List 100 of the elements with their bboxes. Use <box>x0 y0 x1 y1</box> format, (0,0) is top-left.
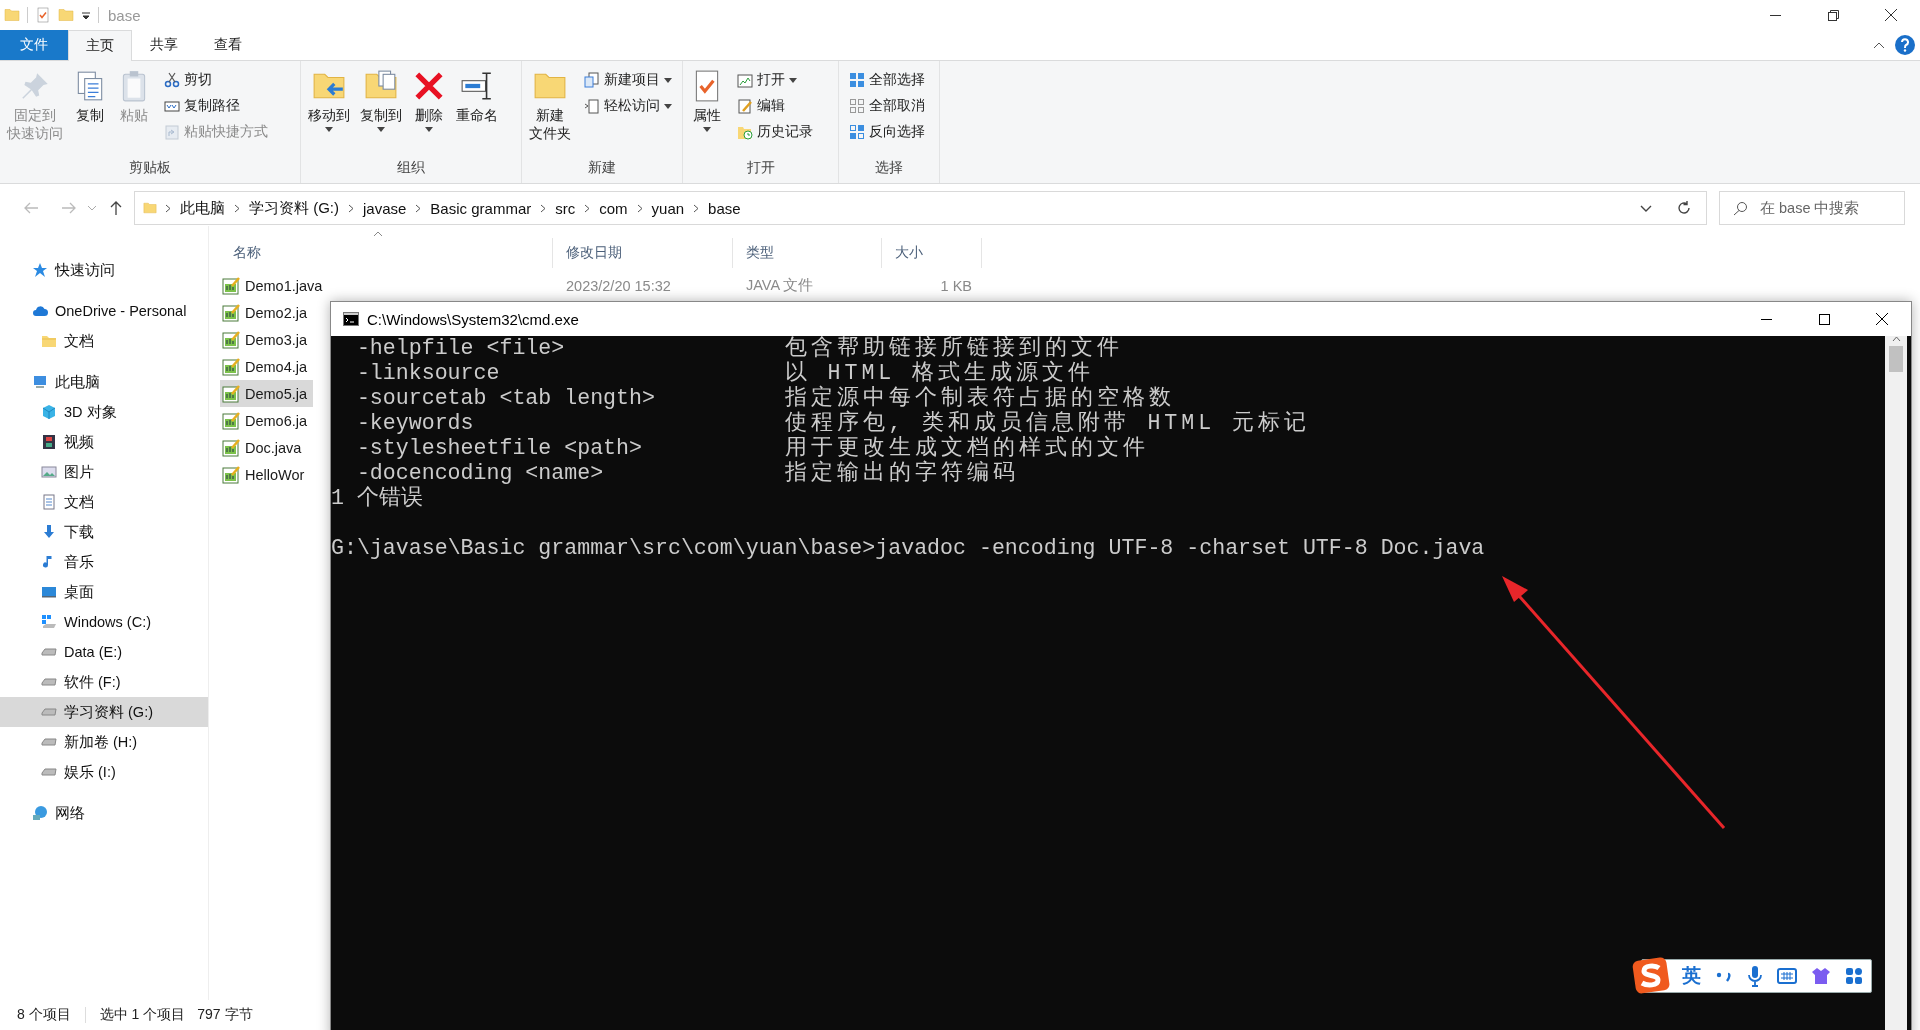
ribbon-button[interactable]: 复制到 <box>357 67 405 159</box>
nav-item[interactable]: Data (E:) <box>0 637 208 667</box>
option-description: 用于更改生成文档的样式的文件 <box>784 436 1149 460</box>
file-name: Demo4.ja <box>245 358 308 375</box>
nav-item[interactable]: 文档 <box>0 326 208 356</box>
help-button[interactable] <box>1895 35 1915 55</box>
option-description: 指定输出的字符编码 <box>784 461 1019 486</box>
new-item-icon <box>584 72 600 88</box>
drive-icon <box>41 678 57 686</box>
search-field[interactable]: 在 base 中搜索 <box>1719 191 1905 225</box>
file-row[interactable]: Demo3.ja <box>220 326 314 353</box>
file-name: Demo5.ja <box>245 385 308 402</box>
ribbon-button[interactable]: 新建 文件夹 <box>526 67 574 159</box>
cloud-icon <box>32 303 48 319</box>
nav-item[interactable]: 学习资料 (G:) <box>0 697 208 727</box>
ribbon-button[interactable]: 全部选择 <box>847 67 927 93</box>
scroll-up-icon <box>1891 336 1901 342</box>
nav-item[interactable]: 音乐 <box>0 547 208 577</box>
breadcrumb[interactable]: yuan <box>642 192 694 224</box>
file-row[interactable]: Demo4.ja <box>220 353 314 380</box>
minimize-icon <box>1760 318 1772 320</box>
breadcrumb[interactable]: Basic grammar <box>421 192 541 224</box>
ribbon-button[interactable]: 删除 <box>409 67 449 159</box>
nav-item[interactable]: 桌面 <box>0 577 208 607</box>
nav-item[interactable]: 3D 对象 <box>0 397 208 427</box>
file-menu-button[interactable]: 文件 <box>0 30 68 60</box>
window-title: C:\Windows\System32\cmd.exe <box>367 310 579 328</box>
java-file-icon <box>222 276 240 295</box>
status-text: 797 字节 <box>197 1006 253 1024</box>
drive-icon <box>41 738 57 746</box>
ribbon-button[interactable]: 属性 <box>687 67 727 159</box>
chevron-icon <box>693 203 700 213</box>
ribbon-button[interactable]: 新建项目 <box>582 67 674 93</box>
nav-item[interactable]: 此电脑 <box>0 367 208 397</box>
invert-selection-icon <box>849 124 865 140</box>
option-description: 以 HTML 格式生成源文件 <box>784 361 1095 385</box>
file-row[interactable]: Demo6.ja <box>220 407 314 434</box>
ribbon-button[interactable]: 移动到 <box>305 67 353 159</box>
address-bar[interactable]: 此电脑 学习资料 (G:) javase Basic grammar src com yuan base <box>134 191 1707 225</box>
file-row[interactable]: Demo1.java 2023/2/20 15:32 JAVA 文件 1 KB <box>220 272 972 299</box>
breadcrumb[interactable]: com <box>590 192 637 224</box>
nav-item[interactable]: 娱乐 (I:) <box>0 757 208 787</box>
keyboard-icon <box>1777 968 1797 984</box>
ribbon-button[interactable]: 全部取消 <box>847 93 927 119</box>
file-name: HelloWor <box>245 466 305 483</box>
up-arrow-icon <box>110 201 122 215</box>
nav-item[interactable]: 文档 <box>0 487 208 517</box>
ribbon-button[interactable]: 复制路径 <box>162 93 270 119</box>
breadcrumb[interactable]: base <box>699 192 750 224</box>
sort-indicator-icon <box>373 231 383 237</box>
group-label: 新建 <box>587 159 617 177</box>
nav-item[interactable]: 快速访问 <box>0 255 208 285</box>
scrollbar-thumb[interactable] <box>1889 346 1903 372</box>
ribbon-button[interactable]: 重命名 <box>453 67 501 159</box>
column-header[interactable]: 修改日期 <box>553 238 733 268</box>
chevron-icon <box>165 203 171 213</box>
nav-item[interactable]: OneDrive - Personal <box>0 296 208 326</box>
java-file-icon <box>222 465 240 484</box>
ribbon-button[interactable]: 历史记录 <box>735 119 815 145</box>
breadcrumb[interactable]: src <box>546 192 585 224</box>
group-label: 组织 <box>396 159 426 177</box>
breadcrumb[interactable]: javase <box>354 192 416 224</box>
ribbon-button[interactable]: 反向选择 <box>847 119 927 145</box>
ribbon-button[interactable]: 剪切 <box>162 67 270 93</box>
ribbon-button[interactable]: 复制 <box>70 67 110 159</box>
file-row[interactable]: Demo5.ja <box>220 380 314 407</box>
file-name: Demo2.ja <box>245 304 308 321</box>
ribbon-button[interactable]: 轻松访问 <box>582 93 674 119</box>
ribbon-tab[interactable]: 主页 <box>68 30 132 61</box>
nav-item[interactable]: 下载 <box>0 517 208 547</box>
picture-icon <box>41 464 57 480</box>
nav-item[interactable]: 视频 <box>0 427 208 457</box>
nav-item[interactable]: 软件 (F:) <box>0 667 208 697</box>
scrollbar[interactable] <box>1885 336 1907 1030</box>
ribbon-tab[interactable]: 共享 <box>132 30 196 60</box>
refresh-icon <box>1676 200 1692 216</box>
input-mode-toggle[interactable]: 英 <box>1682 963 1701 989</box>
nav-item[interactable]: 网络 <box>0 798 208 828</box>
breadcrumb[interactable]: 学习资料 (G:) <box>240 192 348 224</box>
chevron-icon <box>636 203 643 213</box>
ribbon-tab[interactable]: 查看 <box>196 30 260 60</box>
breadcrumb[interactable]: 此电脑 <box>171 192 234 224</box>
nav-item[interactable]: 图片 <box>0 457 208 487</box>
file-row[interactable]: HelloWor <box>220 461 311 488</box>
file-name: Demo1.java <box>245 277 323 294</box>
column-header[interactable]: 大小 <box>882 238 982 268</box>
pencil-icon <box>737 98 753 114</box>
file-row[interactable]: Demo2.ja <box>220 299 314 326</box>
java-file-icon <box>222 357 240 376</box>
ribbon-button[interactable]: 编辑 <box>735 93 815 119</box>
column-header[interactable]: 类型 <box>733 238 882 268</box>
java-file-icon <box>222 384 240 403</box>
ribbon-button[interactable]: 打开 <box>735 67 815 93</box>
folder-icon <box>58 7 74 23</box>
option-text: -helpfile <file> <box>355 336 566 361</box>
nav-item[interactable]: Windows (C:) <box>0 607 208 637</box>
column-header[interactable]: 名称 <box>220 238 553 268</box>
nav-item[interactable]: 新加卷 (H:) <box>0 727 208 757</box>
file-row[interactable]: Doc.java <box>220 434 308 461</box>
java-file-icon <box>222 438 240 457</box>
